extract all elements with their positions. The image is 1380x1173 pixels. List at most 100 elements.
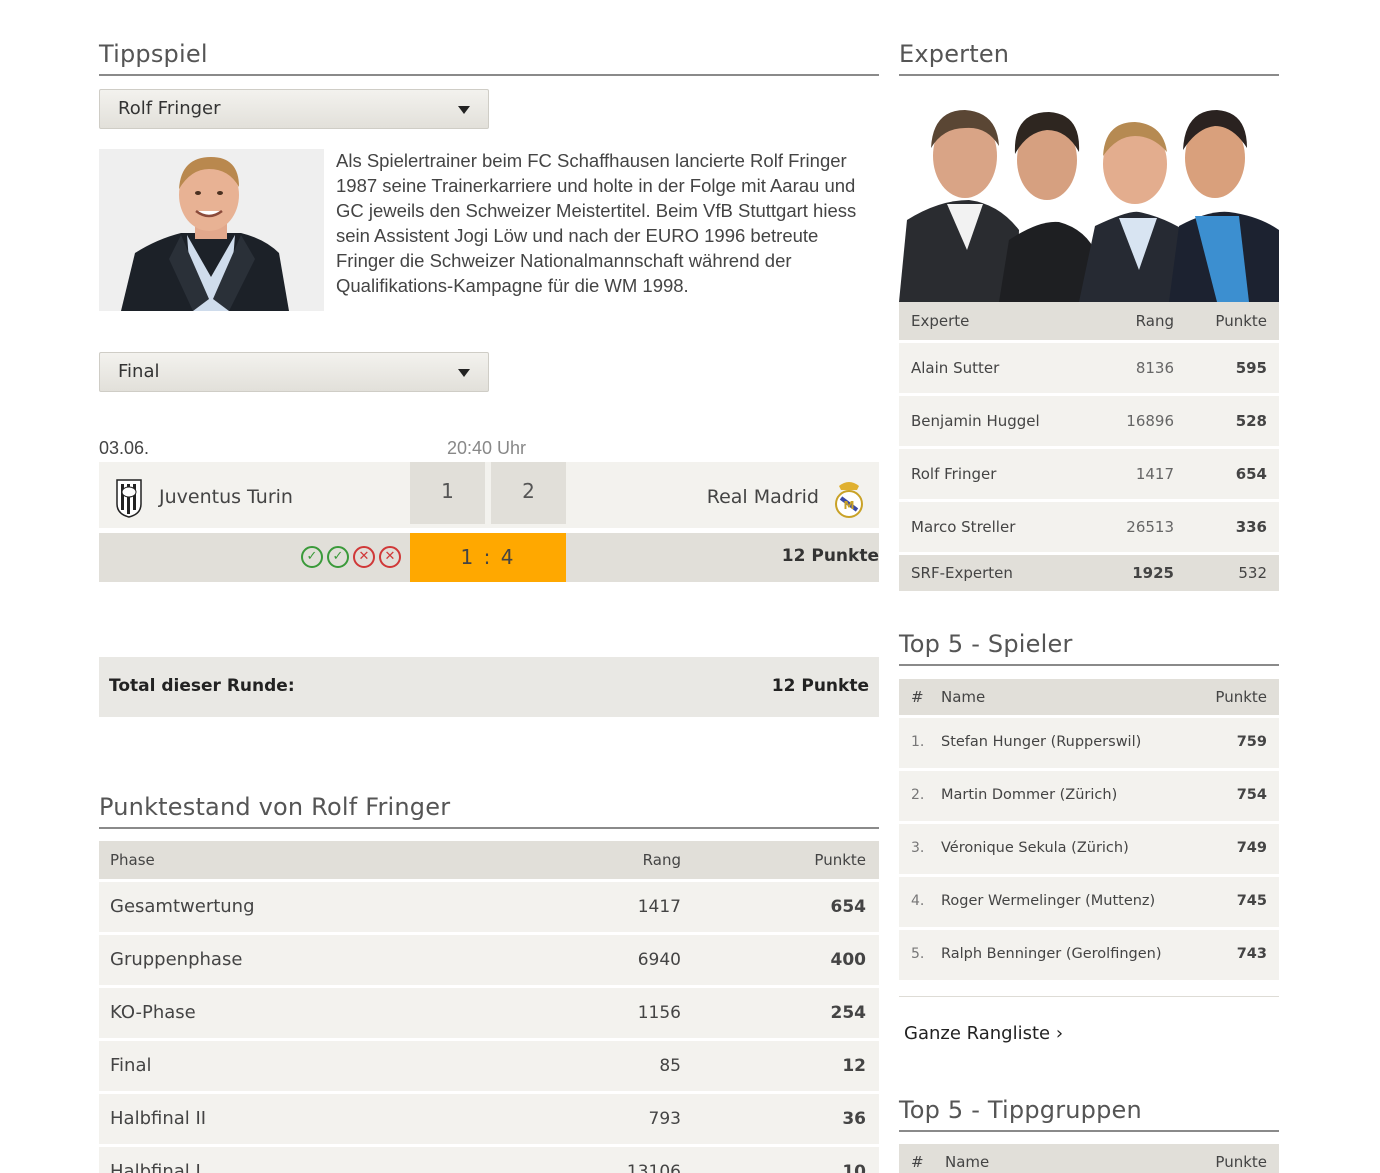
home-team-name: Juventus Turin xyxy=(159,486,293,508)
check-icon: ✓ xyxy=(301,546,323,568)
match-date: 03.06. xyxy=(99,438,150,458)
table-row[interactable]: Alain Sutter 8136 595 xyxy=(899,343,1279,393)
phase-punkte: 10 xyxy=(842,1162,866,1173)
round-select[interactable]: Final xyxy=(99,352,489,392)
table-row[interactable]: 4. Roger Wermelinger (Muttenz) 745 xyxy=(899,877,1279,927)
cross-icon: ✕ xyxy=(379,546,401,568)
expert-select[interactable]: Rolf Fringer xyxy=(99,89,489,129)
table-row: Final 85 12 xyxy=(99,1041,879,1091)
table-row: Gruppenphase 6940 400 xyxy=(99,935,879,985)
col-name: Name xyxy=(941,688,986,706)
round-total: Total dieser Runde: 12 Punkte xyxy=(99,657,879,717)
expert-name: Marco Streller xyxy=(911,518,1016,536)
expert-name: Alain Sutter xyxy=(911,359,1000,377)
col-name: Name xyxy=(945,1153,990,1171)
summary-punkte: 532 xyxy=(1238,564,1267,582)
table-row: KO-Phase 1156 254 xyxy=(99,988,879,1038)
tip-away-input[interactable]: 2 xyxy=(491,462,566,524)
experts-photo xyxy=(899,100,1279,302)
table-header: Experte Rang Punkte xyxy=(899,302,1279,340)
table-row: Gesamtwertung 1417 654 xyxy=(99,882,879,932)
top5-spieler-heading: Top 5 - Spieler xyxy=(899,630,1073,658)
table-row[interactable]: Benjamin Huggel 16896 528 xyxy=(899,396,1279,446)
col-phase: Phase xyxy=(110,851,155,869)
juventus-crest-icon xyxy=(116,479,142,518)
expert-name: Benjamin Huggel xyxy=(911,412,1040,430)
phase-rang: 1417 xyxy=(637,897,681,917)
result-row: ✓ ✓ ✕ ✕ 1 : 4 12 Punkte xyxy=(99,533,879,582)
check-icon: ✓ xyxy=(327,546,349,568)
tippspiel-heading: Tippspiel xyxy=(99,40,208,68)
expert-name: Rolf Fringer xyxy=(911,465,997,483)
summary-rang: 1925 xyxy=(1132,564,1174,582)
player-rank: 3. xyxy=(911,840,925,856)
col-experte: Experte xyxy=(911,312,970,330)
table-row[interactable]: 2. Martin Dommer (Zürich) 754 xyxy=(899,771,1279,821)
tip-home-input[interactable]: 1 xyxy=(410,462,485,524)
chevron-down-icon xyxy=(458,369,470,377)
col-punkte: Punkte xyxy=(1215,688,1267,706)
player-punkte: 759 xyxy=(1236,734,1267,750)
player-name: Roger Wermelinger (Muttenz) xyxy=(941,893,1156,909)
round-total-label: Total dieser Runde: xyxy=(109,676,295,696)
table-row[interactable]: 5. Ralph Benninger (Gerolfingen) 743 xyxy=(899,930,1279,980)
expert-punkte: 336 xyxy=(1235,518,1267,536)
col-rang: Rang xyxy=(1135,312,1174,330)
table-row: Halbfinal II 793 36 xyxy=(99,1094,879,1144)
col-rank: # xyxy=(911,1153,924,1171)
player-rank: 2. xyxy=(911,787,925,803)
table-row: Halbfinal I 13106 10 xyxy=(99,1147,879,1173)
col-punkte: Punkte xyxy=(814,851,866,869)
heading-rule xyxy=(899,74,1279,76)
expert-rang: 8136 xyxy=(1135,359,1174,377)
heading-rule xyxy=(99,827,879,829)
expert-punkte: 654 xyxy=(1235,465,1267,483)
table-row[interactable]: Rolf Fringer 1417 654 xyxy=(899,449,1279,499)
divider xyxy=(899,996,1279,997)
phase-name: Gesamtwertung xyxy=(110,896,255,917)
away-team-name: Real Madrid xyxy=(706,486,819,508)
tip-marks: ✓ ✓ ✕ ✕ xyxy=(301,546,401,568)
player-punkte: 743 xyxy=(1236,946,1267,962)
table-row[interactable]: 3. Véronique Sekula (Zürich) 749 xyxy=(899,824,1279,874)
expert-bio: Als Spielertrainer beim FC Schaffhausen … xyxy=(336,150,857,296)
heading-rule xyxy=(899,1130,1279,1132)
col-rang: Rang xyxy=(642,851,681,869)
phase-name: Final xyxy=(110,1055,152,1076)
col-punkte: Punkte xyxy=(1215,312,1267,330)
col-rank: # xyxy=(911,688,924,706)
table-row[interactable]: 1. Stefan Hunger (Rupperswil) 759 xyxy=(899,718,1279,768)
player-punkte: 754 xyxy=(1236,787,1267,803)
match-time: 20:40 Uhr xyxy=(447,438,527,458)
phase-punkte: 400 xyxy=(830,950,867,970)
match-result: 1 : 4 xyxy=(410,533,566,582)
heading-rule xyxy=(99,74,879,76)
player-name: Martin Dommer (Zürich) xyxy=(941,787,1118,803)
phase-rang: 793 xyxy=(648,1109,681,1129)
player-punkte: 745 xyxy=(1236,893,1267,909)
expert-portrait xyxy=(99,149,324,311)
player-name: Stefan Hunger (Rupperswil) xyxy=(941,734,1142,750)
expert-rang: 26513 xyxy=(1126,518,1174,536)
summary-name: SRF-Experten xyxy=(911,564,1013,582)
phase-rang: 6940 xyxy=(637,950,681,970)
punktestand-heading: Punktestand von Rolf Fringer xyxy=(99,793,451,821)
table-header: # Name Punkte xyxy=(899,1144,1279,1173)
expert-select-value: Rolf Fringer xyxy=(118,98,221,119)
table-row[interactable]: Marco Streller 26513 336 xyxy=(899,502,1279,552)
col-punkte: Punkte xyxy=(1215,1153,1267,1171)
expert-rang: 1417 xyxy=(1135,465,1174,483)
chevron-down-icon xyxy=(458,106,470,114)
table-header: # Name Punkte xyxy=(899,679,1279,715)
player-rank: 4. xyxy=(911,893,925,909)
heading-rule xyxy=(899,664,1279,666)
svg-text:M: M xyxy=(844,499,855,512)
phase-rang: 1156 xyxy=(637,1003,681,1023)
phase-name: KO-Phase xyxy=(110,1002,196,1023)
phase-rang: 13106 xyxy=(626,1162,681,1173)
full-ranking-link[interactable]: Ganze Rangliste › xyxy=(904,1023,1063,1044)
expert-punkte: 595 xyxy=(1235,359,1267,377)
cross-icon: ✕ xyxy=(353,546,375,568)
real-madrid-crest-icon: M xyxy=(835,482,863,518)
phase-name: Gruppenphase xyxy=(110,949,243,970)
